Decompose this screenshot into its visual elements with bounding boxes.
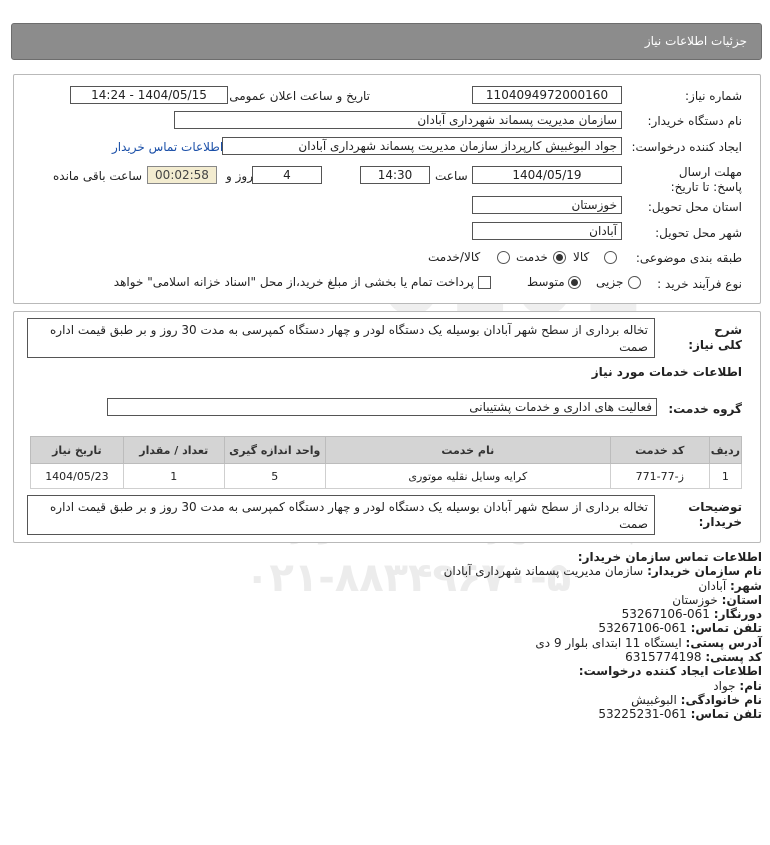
creator-phone: تلفن تماس: 061-53225231	[598, 707, 762, 722]
category-radio-service[interactable]	[553, 251, 566, 264]
contact-title: اطلاعات تماس سازمان خریدار:	[577, 550, 762, 564]
contact-info: اطلاعات تماس سازمان خریدار: نام سازمان خ…	[444, 550, 762, 722]
city-field: آبادان	[472, 222, 622, 240]
cell-unit: 5	[223, 463, 326, 489]
service-group-label: گروه خدمت:	[668, 402, 742, 416]
province-field: خوزستان	[472, 196, 622, 214]
category-option-goods: کالا	[573, 250, 590, 264]
deadline-date-field: 1404/05/19	[472, 166, 622, 184]
col-service-code: کد خدمت	[609, 436, 710, 464]
table-row: 1 ز-77-771 کرایه وسایل نقلیه موتوری 5 1 …	[30, 463, 743, 489]
services-section-title: اطلاعات خدمات مورد نیاز	[591, 365, 742, 379]
remaining-time-field: 00:02:58	[147, 166, 217, 184]
process-radio-minor[interactable]	[628, 276, 641, 289]
buyer-notes-label: توضیحات خریدار:	[688, 500, 742, 529]
summary-text: تخاله برداری از سطح شهر آبادان بوسیله یک…	[27, 318, 655, 358]
service-group-field: فعالیت های اداری و خدمات پشتیبانی	[107, 398, 657, 416]
col-quantity: تعداد / مقدار	[122, 436, 225, 464]
buyer-notes-text: تخاله برداری از سطح شهر آبادان بوسیله یک…	[27, 495, 655, 535]
remaining-time-label: ساعت باقی مانده	[53, 169, 143, 183]
col-need-date: تاریخ نیاز	[30, 436, 124, 464]
deadline-label: مهلت ارسال پاسخ: تا تاریخ:	[670, 165, 742, 194]
services-table: ردیف کد خدمت نام خدمت واحد اندازه گیری ت…	[30, 436, 743, 489]
process-option-medium: متوسط	[527, 275, 565, 289]
page-header: جزئیات اطلاعات نیاز	[11, 23, 762, 60]
creator-title: اطلاعات ایجاد کننده درخواست:	[578, 664, 762, 679]
contact-org: نام سازمان خریدار: سازمان مدیریت پسماند …	[443, 564, 762, 579]
treasury-payment-checkbox[interactable]	[478, 276, 491, 289]
contact-phone: تلفن تماس: 061-53267106	[598, 621, 762, 636]
need-number-field: 1104094972000160	[472, 86, 622, 104]
col-service-name: نام خدمت	[324, 436, 611, 464]
need-number-label: شماره نیاز:	[685, 89, 742, 103]
deadline-time-field: 14:30	[360, 166, 430, 184]
cell-need-date: 1404/05/23	[30, 463, 124, 489]
category-option-goods-service: کالا/خدمت	[428, 250, 481, 264]
contact-province: استان: خوزستان	[672, 592, 762, 607]
cell-quantity: 1	[122, 463, 225, 489]
category-label: طبقه بندی موضوعی:	[635, 251, 742, 265]
category-radio-goods[interactable]	[604, 251, 617, 264]
buyer-contact-link[interactable]: اطلاعات تماس خریدار	[112, 140, 223, 154]
process-radio-medium[interactable]	[568, 276, 581, 289]
buyer-org-label: نام دستگاه خریدار:	[647, 114, 743, 128]
requester-field: جواد البوغبیش کارپرداز سازمان مدیریت پسم…	[222, 137, 622, 155]
contact-postal: کد پستی: 6315774198	[625, 650, 762, 665]
days-remaining-field: 4	[252, 166, 322, 184]
category-radio-goods-service[interactable]	[497, 251, 510, 264]
process-option-minor: جزیی	[596, 275, 624, 289]
cell-service-code: ز-77-771	[609, 463, 710, 489]
creator-name: نام: جواد	[713, 678, 762, 693]
contact-city: شهر: آبادان	[698, 578, 762, 593]
col-row: ردیف	[708, 436, 743, 464]
treasury-payment-note: پرداخت تمام یا بخشی از مبلغ خرید،از محل …	[111, 275, 474, 289]
creator-family: نام خانوادگی: البوغبیش	[631, 692, 762, 707]
cell-service-name: کرایه وسایل نقلیه موتوری	[324, 463, 611, 489]
deadline-time-label: ساعت	[435, 169, 468, 183]
process-label: نوع فرآیند خرید :	[657, 277, 742, 291]
announce-datetime-field: 1404/05/15 - 14:24	[70, 86, 228, 104]
city-label: شهر محل تحویل:	[655, 226, 742, 240]
contact-address: آدرس پستی: ایستگاه 11 ابتدای بلوار 9 دی	[535, 635, 762, 650]
province-label: استان محل تحویل:	[647, 200, 742, 214]
buyer-org-field: سازمان مدیریت پسماند شهرداری آبادان	[174, 111, 622, 129]
requester-label: ایجاد کننده درخواست:	[631, 140, 742, 154]
col-unit: واحد اندازه گیری	[223, 436, 326, 464]
services-table-header: ردیف کد خدمت نام خدمت واحد اندازه گیری ت…	[30, 436, 743, 464]
summary-label: شرح کلی نیاز:	[688, 323, 742, 352]
need-info-panel	[13, 74, 761, 304]
cell-row: 1	[708, 463, 743, 489]
announce-datetime-label: تاریخ و ساعت اعلان عمومی:	[225, 89, 370, 103]
page-title: جزئیات اطلاعات نیاز	[644, 34, 747, 48]
category-option-service: خدمت	[516, 250, 548, 264]
days-label: روز و	[226, 169, 253, 183]
contact-fax: دورنگار: 061-53267106	[621, 607, 762, 622]
